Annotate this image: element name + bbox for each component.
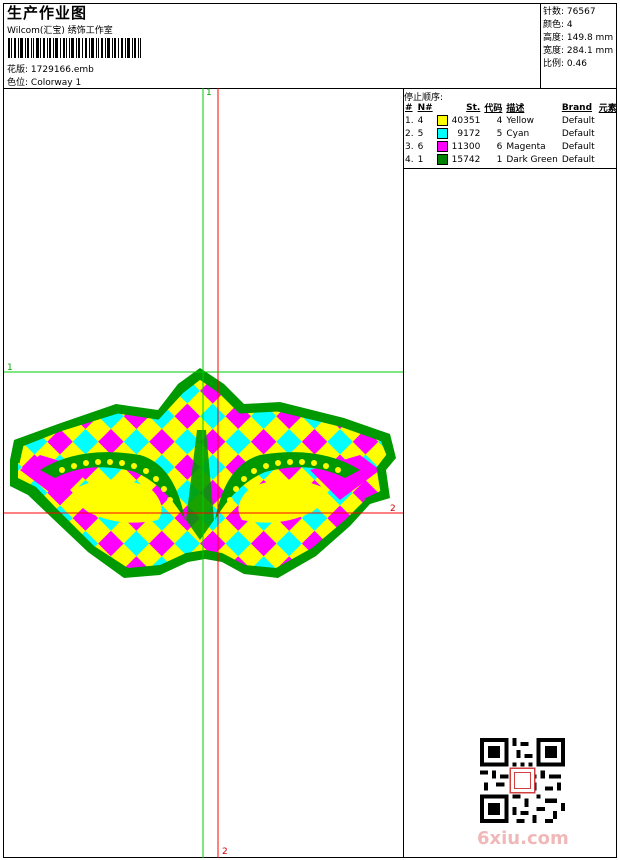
guide-label-bottom: 2 bbox=[222, 847, 228, 857]
qr-code bbox=[480, 738, 565, 823]
design-canvas bbox=[4, 88, 403, 858]
guide-label-top: 1 bbox=[206, 88, 212, 98]
watermark: 6xiu.com bbox=[477, 828, 569, 849]
mask-design bbox=[10, 368, 396, 578]
guide-label-left: 1 bbox=[7, 363, 13, 373]
guide-label-right: 2 bbox=[390, 504, 396, 514]
